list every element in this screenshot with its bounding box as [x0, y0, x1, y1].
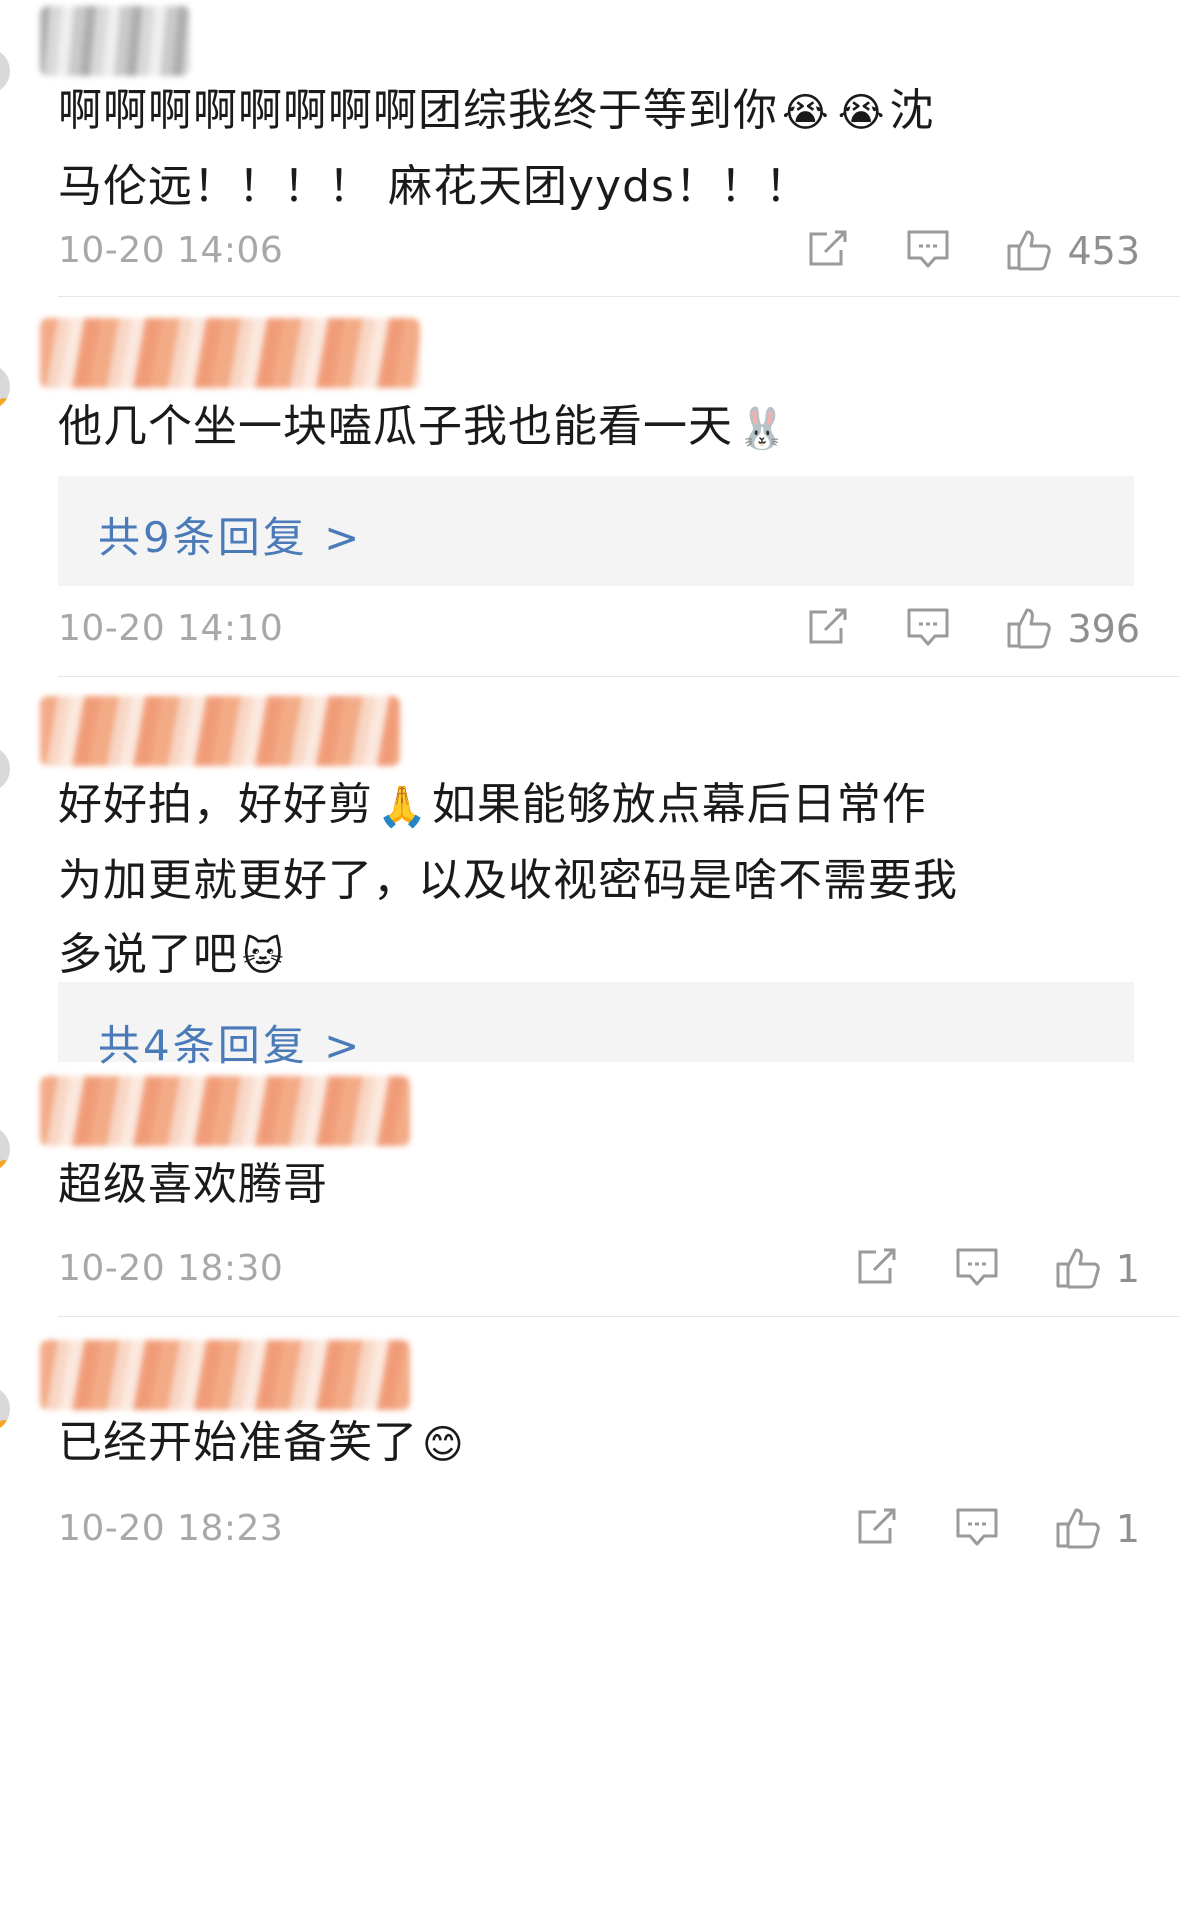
share-icon[interactable] [854, 1246, 900, 1292]
username-redacted[interactable] [40, 1076, 410, 1146]
comment-actions: 396 [805, 604, 1140, 654]
like-icon[interactable] [1054, 1504, 1102, 1554]
like-count: 453 [1067, 229, 1140, 273]
share-icon[interactable] [805, 606, 851, 652]
username-redacted[interactable] [40, 6, 190, 76]
divider [58, 296, 1180, 297]
like-count: 1 [1115, 1507, 1140, 1551]
comment-text: 已经开始准备笑了 😊 [58, 1406, 1158, 1482]
comment-text: 啊啊啊啊啊啊啊啊团综我终于等到你 😭 😭沈 马伦远！！！！ 麻花天团yyds！！！ [58, 74, 1158, 224]
crying-face-icon: 😭 [782, 90, 830, 136]
comment-text: 好好拍，好好剪 🙏如果能够放点幕后日常作 为加更就更好了，以及收视密码是啥不需要我… [58, 768, 1158, 994]
comment-meta: 10-20 14:10 396 [58, 604, 1140, 654]
replies-box[interactable]: 共9条回复 > [58, 476, 1134, 586]
comment-icon[interactable] [954, 1506, 1000, 1552]
comment-icon[interactable] [905, 606, 951, 652]
avatar[interactable] [0, 1386, 10, 1432]
comment-icon[interactable] [905, 228, 951, 274]
timestamp: 10-20 18:23 [58, 1508, 284, 1549]
timestamp: 10-20 14:10 [58, 608, 284, 649]
like-icon[interactable] [1005, 226, 1053, 276]
comment-meta: 10-20 14:06 453 [58, 226, 1140, 276]
verified-badge [0, 1420, 10, 1432]
comment-icon[interactable] [954, 1246, 1000, 1292]
like-icon[interactable] [1005, 604, 1053, 654]
like-count: 1 [1115, 1247, 1140, 1291]
avatar[interactable] [0, 746, 10, 792]
username-redacted[interactable] [40, 318, 420, 388]
comment-meta: 10-20 18:30 1 [58, 1244, 1140, 1294]
timestamp: 10-20 14:06 [58, 230, 284, 271]
blushing-face-icon: 😊 [422, 1422, 465, 1468]
bunny-face-icon: 🐰 [737, 406, 788, 452]
divider [58, 1316, 1180, 1317]
view-replies-link[interactable]: 共4条回复 > [98, 1012, 362, 1073]
username-redacted[interactable] [40, 696, 400, 766]
avatar[interactable] [0, 1126, 10, 1172]
timestamp: 10-20 18:30 [58, 1248, 284, 1289]
share-icon[interactable] [854, 1506, 900, 1552]
comment-actions: 1 [854, 1244, 1140, 1294]
comment-actions: 453 [805, 226, 1140, 276]
like-icon[interactable] [1054, 1244, 1102, 1294]
share-icon[interactable] [805, 228, 851, 274]
crying-face-icon: 😭 [837, 90, 886, 136]
comment-actions: 1 [854, 1504, 1140, 1554]
divider [58, 676, 1180, 677]
folded-hands-icon: 🙏 [377, 784, 428, 830]
view-replies-link[interactable]: 共9条回复 > [98, 504, 362, 565]
comment-text: 超级喜欢腾哥 [58, 1159, 328, 1210]
comment-meta: 10-20 18:23 1 [58, 1504, 1140, 1554]
like-count: 396 [1067, 607, 1140, 651]
verified-badge [0, 1160, 10, 1172]
avatar[interactable] [0, 364, 10, 410]
avatar[interactable] [0, 48, 10, 94]
username-redacted[interactable] [40, 1340, 410, 1410]
verified-badge [0, 398, 10, 410]
comment-text: 他几个坐一块嗑瓜子我也能看一天 🐰 [58, 390, 1158, 466]
replies-box[interactable]: 共4条回复 > [58, 982, 1134, 1070]
